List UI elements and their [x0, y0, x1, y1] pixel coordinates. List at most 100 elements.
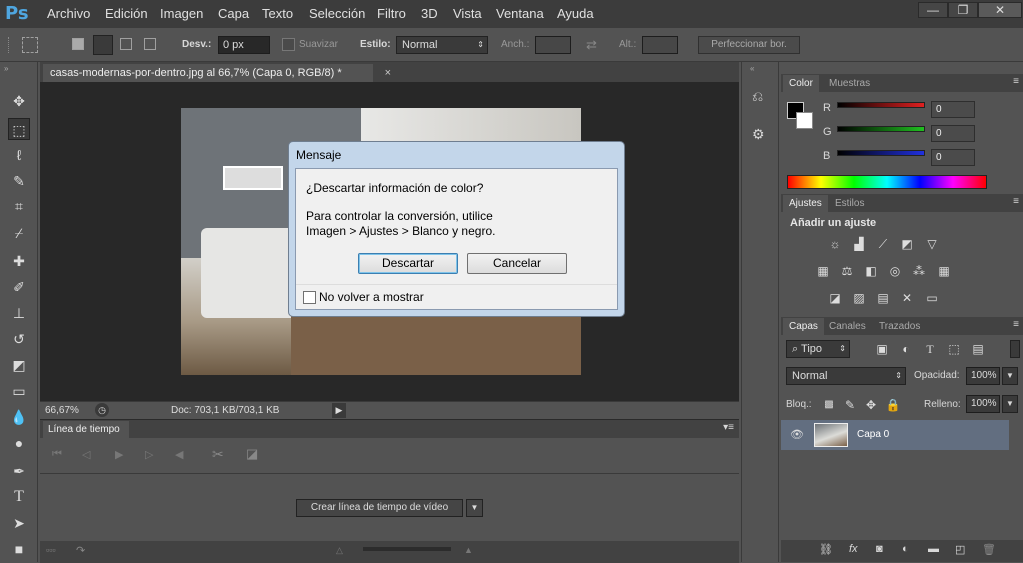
channel-b-input[interactable]: 0: [931, 149, 975, 166]
audio-icon[interactable]: ◀: [175, 448, 183, 461]
lock-image-icon[interactable]: ✎: [842, 398, 858, 412]
play-icon[interactable]: ▶: [115, 448, 123, 461]
tab-layers[interactable]: Capas: [783, 318, 824, 335]
height-input[interactable]: [642, 36, 678, 54]
new-selection-icon[interactable]: [72, 38, 84, 50]
hue-saturation-icon[interactable]: ▦: [815, 264, 831, 278]
color-panel-menu-icon[interactable]: ≡: [1013, 76, 1019, 87]
menu-filtro[interactable]: Filtro: [377, 6, 406, 21]
next-frame-icon[interactable]: ▷: [145, 448, 153, 461]
blend-mode-select[interactable]: Normal ⇕: [786, 367, 906, 385]
link-layers-icon[interactable]: ⛓: [819, 543, 833, 556]
close-tab-icon[interactable]: ×: [385, 64, 391, 82]
black-white-icon[interactable]: ◧: [863, 264, 879, 278]
timeline-tab[interactable]: Línea de tiempo: [43, 421, 129, 438]
delete-layer-icon[interactable]: 🗑: [982, 543, 996, 556]
zoom-level[interactable]: 66,67%: [45, 405, 79, 416]
selective-color-icon[interactable]: ✕: [899, 291, 915, 305]
blur-tool-icon[interactable]: 💧: [8, 406, 30, 428]
quick-select-tool-icon[interactable]: ✎: [8, 170, 30, 192]
filter-shape-icon[interactable]: ⬚: [946, 342, 962, 356]
channel-g-slider[interactable]: [837, 126, 925, 132]
new-adjustment-layer-icon[interactable]: ◐: [902, 543, 909, 555]
lock-transparent-icon[interactable]: ▩: [821, 398, 837, 412]
history-panel-icon[interactable]: ⎌: [752, 88, 763, 105]
convert-icon[interactable]: ↷: [76, 544, 85, 557]
menu-vista[interactable]: Vista: [453, 6, 482, 21]
history-brush-tool-icon[interactable]: ↺: [8, 328, 30, 350]
add-selection-icon[interactable]: [93, 35, 113, 55]
photo-filter-icon[interactable]: ◎: [887, 264, 903, 278]
scissors-icon[interactable]: ✂: [212, 446, 224, 463]
dont-show-checkbox[interactable]: [303, 291, 316, 304]
menu-ayuda[interactable]: Ayuda: [557, 6, 594, 21]
subtract-selection-icon[interactable]: [120, 38, 132, 50]
threshold-icon[interactable]: ▤: [875, 291, 891, 305]
swap-icon[interactable]: ⇄: [586, 37, 597, 53]
tab-channels[interactable]: Canales: [823, 318, 872, 335]
add-mask-icon[interactable]: ◙: [876, 543, 883, 555]
background-color-swatch[interactable]: [796, 112, 813, 129]
tab-adjustments[interactable]: Ajustes: [783, 195, 828, 212]
discard-button[interactable]: Descartar: [358, 253, 458, 274]
zoom-in-icon[interactable]: ▲: [464, 545, 473, 555]
crop-tool-icon[interactable]: ⌗: [8, 195, 30, 217]
curves-icon[interactable]: ⟋: [875, 237, 891, 251]
filter-smart-icon[interactable]: ▤: [970, 342, 986, 356]
layer-row[interactable]: 👁 Capa 0: [781, 420, 1009, 450]
feather-input[interactable]: 0 px: [218, 36, 270, 54]
color-ramp[interactable]: [787, 175, 987, 189]
menu-texto[interactable]: Texto: [262, 6, 293, 21]
antialias-checkbox[interactable]: [282, 38, 295, 51]
filter-pixel-icon[interactable]: ▣: [874, 342, 890, 356]
tab-styles[interactable]: Estilos: [829, 195, 870, 212]
first-frame-icon[interactable]: ⏮: [52, 448, 62, 461]
properties-panel-icon[interactable]: ⚙: [752, 126, 765, 143]
vibrance-icon[interactable]: ▽: [924, 237, 940, 251]
invert-icon[interactable]: ◪: [827, 291, 843, 305]
tab-color[interactable]: Color: [783, 75, 819, 92]
refine-edge-button[interactable]: Perfeccionar bor.: [698, 36, 800, 54]
intersect-selection-icon[interactable]: [144, 38, 156, 50]
channel-g-input[interactable]: 0: [931, 125, 975, 142]
layers-panel-menu-icon[interactable]: ≡: [1013, 319, 1019, 330]
shape-tool-icon[interactable]: ■: [8, 538, 30, 560]
channel-r-slider[interactable]: [837, 102, 925, 108]
lock-all-icon[interactable]: 🔒: [885, 398, 901, 412]
filter-toggle[interactable]: [1010, 340, 1020, 358]
gradient-map-icon[interactable]: ▭: [924, 291, 940, 305]
tab-paths[interactable]: Trazados: [873, 318, 926, 335]
expand-icon[interactable]: «: [750, 64, 754, 73]
gradient-tool-icon[interactable]: ▭: [8, 380, 30, 402]
path-selection-tool-icon[interactable]: ➤: [8, 512, 30, 534]
status-menu-arrow-icon[interactable]: ▶: [332, 403, 346, 418]
create-timeline-button[interactable]: Crear línea de tiempo de vídeo: [296, 499, 463, 517]
style-select[interactable]: Normal ⇕: [396, 36, 488, 54]
levels-icon[interactable]: ▟: [851, 237, 867, 251]
posterize-icon[interactable]: ▨: [851, 291, 867, 305]
visibility-eye-icon[interactable]: 👁: [790, 428, 804, 441]
width-input[interactable]: [535, 36, 571, 54]
move-tool-icon[interactable]: ✥: [8, 90, 30, 112]
channel-r-input[interactable]: 0: [931, 101, 975, 118]
new-group-icon[interactable]: ▬: [928, 543, 939, 555]
type-tool-icon[interactable]: T: [8, 486, 30, 508]
eraser-tool-icon[interactable]: ◩: [8, 354, 30, 376]
tab-swatches[interactable]: Muestras: [823, 75, 876, 92]
layer-name[interactable]: Capa 0: [857, 429, 889, 440]
cancel-button[interactable]: Cancelar: [467, 253, 567, 274]
panel-menu-icon[interactable]: ▾≡: [723, 422, 734, 433]
layer-filter-select[interactable]: ⌕ Tipo ⇕: [786, 340, 850, 358]
menu-3d[interactable]: 3D: [421, 6, 438, 21]
brightness-icon[interactable]: ☼: [827, 237, 843, 251]
close-window-button[interactable]: ✕: [978, 2, 1022, 18]
fill-dropdown-icon[interactable]: ▼: [1002, 395, 1018, 413]
opacity-input[interactable]: 100%: [966, 367, 1000, 385]
filter-adjust-icon[interactable]: ◐: [898, 342, 914, 356]
healing-brush-tool-icon[interactable]: ✚: [8, 250, 30, 272]
fx-icon[interactable]: fx: [849, 543, 858, 555]
rect-marquee-tool-icon[interactable]: ⬚: [8, 118, 30, 140]
zoom-out-icon[interactable]: △: [336, 545, 343, 556]
color-lookup-icon[interactable]: ▦: [936, 264, 952, 278]
fill-input[interactable]: 100%: [966, 395, 1000, 413]
